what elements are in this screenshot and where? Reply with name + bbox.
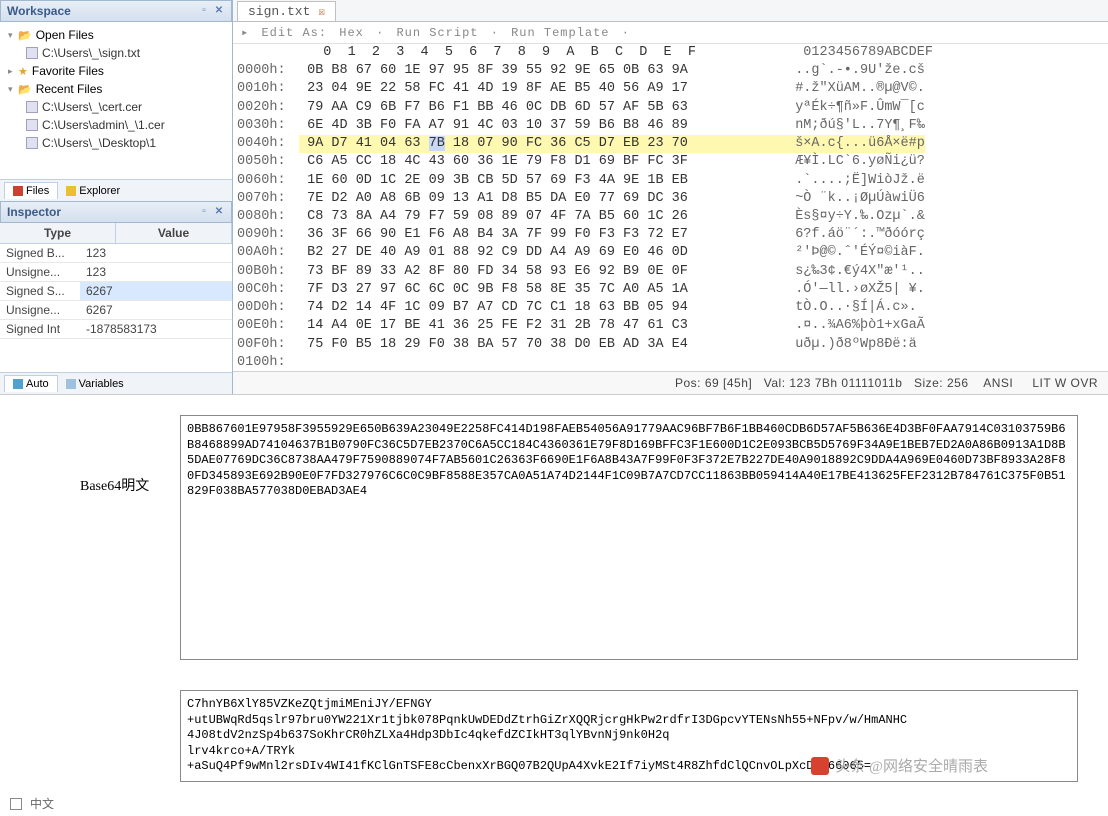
divider: · xyxy=(622,26,630,40)
workspace-panel-header[interactable]: Workspace ▫ ✕ xyxy=(0,0,232,22)
inspector-panel-header[interactable]: Inspector ▫ ✕ xyxy=(0,201,232,223)
insp-type: Signed Int xyxy=(0,320,80,338)
tab-variables[interactable]: Variables xyxy=(58,375,132,392)
divider: · xyxy=(376,26,384,40)
close-icon[interactable]: ✕ xyxy=(213,206,225,218)
insp-type: Unsigne... xyxy=(0,301,80,319)
tab-files[interactable]: Files xyxy=(4,182,58,199)
bottom-strip: 中文 xyxy=(0,791,64,816)
insp-value: 123 xyxy=(80,244,232,262)
tree-item[interactable]: C:\Users\_\sign.txt xyxy=(0,44,232,62)
inspector-tabs: Auto Variables xyxy=(0,372,232,394)
close-icon[interactable]: ☒ xyxy=(318,5,325,19)
pin-icon[interactable]: ▫ xyxy=(198,5,210,17)
file-tabs: sign.txt ☒ xyxy=(233,0,1108,22)
run-script[interactable]: Run Script xyxy=(396,26,478,40)
file-icon xyxy=(26,119,38,131)
folder-label: Favorite Files xyxy=(32,64,104,78)
tab-explorer[interactable]: Explorer xyxy=(58,182,128,199)
tab-auto[interactable]: Auto xyxy=(4,375,58,392)
square-icon[interactable] xyxy=(10,798,22,810)
file-tab-sign[interactable]: sign.txt ☒ xyxy=(237,1,336,21)
star-icon: ★ xyxy=(18,65,28,78)
tree-item[interactable]: C:\Users\admin\_\1.cer xyxy=(0,116,232,134)
hex-blob-box[interactable]: 0BB867601E97958F3955929E650B639A23049E22… xyxy=(180,415,1078,660)
col-value: Value xyxy=(116,223,232,243)
insp-type: Unsigne... xyxy=(0,263,80,281)
watermark: 头条 @网络安全晴雨表 xyxy=(811,755,988,776)
divider: · xyxy=(491,26,499,40)
folder-label: Recent Files xyxy=(36,82,103,96)
grid-icon xyxy=(13,379,23,389)
folder-icon: 📂 xyxy=(18,29,32,42)
file-icon xyxy=(26,101,38,113)
workspace-tabs: Files Explorer xyxy=(0,179,232,201)
arrow-icon[interactable]: ▸ xyxy=(241,26,249,40)
base64-label: Base64明文 xyxy=(80,415,180,660)
insp-type: Signed B... xyxy=(0,244,80,262)
favorite-files-folder[interactable]: ▸ ★ Favorite Files xyxy=(0,62,232,80)
insp-value: -1878583173 xyxy=(80,320,232,338)
var-icon xyxy=(66,379,76,389)
hex-editor[interactable]: 0 1 2 3 4 5 6 7 8 9 A B C D E F 01234567… xyxy=(233,44,1108,371)
x-icon xyxy=(13,186,23,196)
pin-icon[interactable]: ▫ xyxy=(198,206,210,218)
chevron-down-icon: ▾ xyxy=(8,30,18,41)
folder-icon: 📂 xyxy=(18,83,32,96)
insp-value: 6267 xyxy=(80,301,232,319)
close-icon[interactable]: ✕ xyxy=(213,5,225,17)
tree-item[interactable]: C:\Users\_\cert.cer xyxy=(0,98,232,116)
run-template[interactable]: Run Template xyxy=(511,26,609,40)
inspector-body: Type Value Signed B...123 Unsigne...123 … xyxy=(0,223,232,372)
logo-icon xyxy=(811,757,829,775)
file-icon xyxy=(26,137,38,149)
insp-type: Signed S... xyxy=(0,282,80,300)
status-bar: Pos: 69 [45h] Val: 123 7Bh 01111011b Siz… xyxy=(233,371,1108,394)
tree-item[interactable]: C:\Users\_\Desktop\1 xyxy=(0,134,232,152)
edit-toolbar: ▸ Edit As: Hex · Run Script · Run Templa… xyxy=(233,22,1108,44)
inspector-title: Inspector xyxy=(7,205,61,219)
folder-icon xyxy=(66,186,76,196)
folder-label: Open Files xyxy=(36,28,94,42)
chevron-right-icon: ▸ xyxy=(8,66,18,77)
file-icon xyxy=(26,47,38,59)
recent-files-folder[interactable]: ▾ 📂 Recent Files xyxy=(0,80,232,98)
workspace-title: Workspace xyxy=(7,4,71,18)
edit-as-hex[interactable]: Hex xyxy=(339,26,364,40)
col-type: Type xyxy=(0,223,116,243)
insp-value: 6267 xyxy=(80,282,232,300)
chevron-down-icon: ▾ xyxy=(8,84,18,95)
open-files-folder[interactable]: ▾ 📂 Open Files xyxy=(0,26,232,44)
workspace-tree: ▾ 📂 Open Files C:\Users\_\sign.txt ▸ ★ F… xyxy=(0,22,232,179)
insp-value: 123 xyxy=(80,263,232,281)
